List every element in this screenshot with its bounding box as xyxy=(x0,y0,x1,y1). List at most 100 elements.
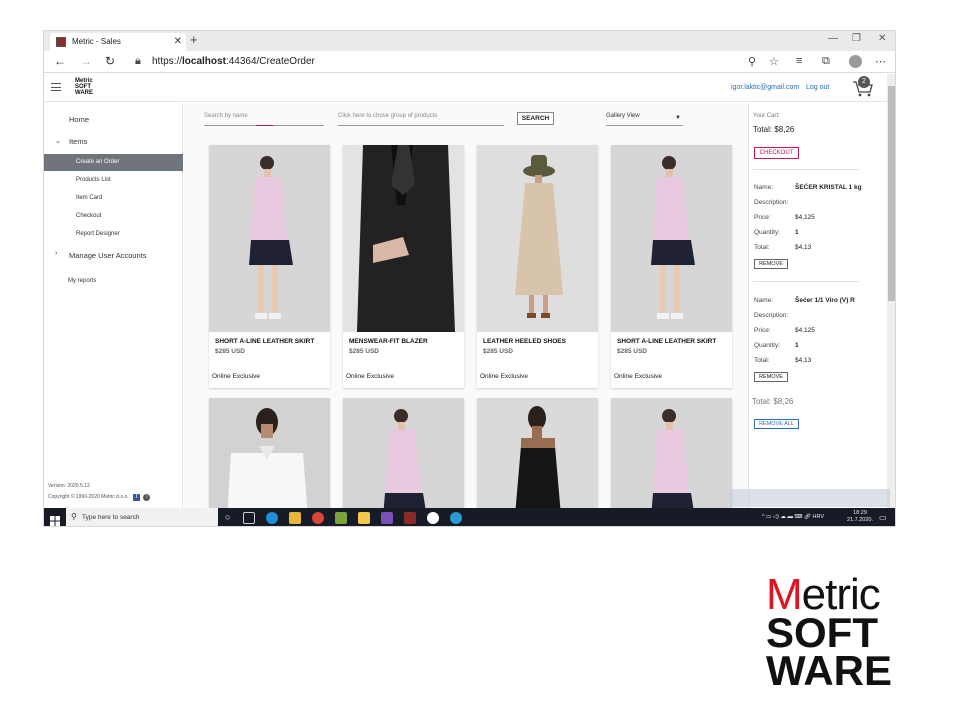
clock-time: 18:29 xyxy=(853,510,867,516)
product-card[interactable]: LEATHER HEELED SHOES $285 USD Online Exc… xyxy=(477,145,598,388)
refresh-icon[interactable]: ↻ xyxy=(105,54,115,68)
cart-description-label: Description: xyxy=(754,199,789,206)
remove-button[interactable]: REMOVE xyxy=(754,259,788,269)
product-card[interactable] xyxy=(343,398,464,508)
product-price: $285 USD xyxy=(483,348,513,355)
cart-total-bottom: Total: $8,26 xyxy=(752,397,794,406)
sidebar-item-report-designer[interactable]: Report Designer xyxy=(44,231,183,237)
taskbar-search-placeholder: Type here to search xyxy=(82,514,140,521)
remove-button[interactable]: REMOVE xyxy=(754,372,788,382)
close-window-icon[interactable]: ✕ xyxy=(878,33,886,44)
product-group-field[interactable]: Click here to chose group of products xyxy=(338,113,504,126)
sidebar-item-items[interactable]: Items xyxy=(44,137,183,149)
sidebar: Home ⌄ Items Create an Order Products Li… xyxy=(44,103,183,508)
sidebar-item-my-reports[interactable]: My reports xyxy=(44,278,183,284)
copyright-text: Copyright © 1990-2020 Metric d.o.o. f i xyxy=(48,492,151,503)
product-tag: Online Exclusive xyxy=(614,373,663,380)
cart-price-label: Price: xyxy=(754,327,771,334)
cart-name-label: Name: xyxy=(754,184,774,191)
taskbar-search[interactable]: ⚲ Type here to search xyxy=(66,508,218,526)
new-tab-icon[interactable]: + xyxy=(190,32,198,47)
view-mode-select[interactable]: Gallery View ▼ xyxy=(606,113,683,126)
cart-panel: Your Cart: Total: $8,26 CHECKOUT Name: Š… xyxy=(748,103,886,508)
sidebar-footer: Version: 2020.5.13 Copyright © 1990-2020… xyxy=(48,481,151,503)
product-card[interactable]: SHORT A-LINE LEATHER SKIRT $285 USD Onli… xyxy=(209,145,330,388)
product-card[interactable]: MENSWEAR-FIT BLAZER $285 USD Online Excl… xyxy=(343,145,464,388)
facebook-icon[interactable]: f xyxy=(133,494,141,501)
favorites-list-icon[interactable]: ≡ xyxy=(796,55,802,67)
lock-icon: 🔒︎ xyxy=(135,55,141,67)
remove-all-button[interactable]: REMOVE ALL xyxy=(754,419,799,429)
logout-link[interactable]: Log out xyxy=(806,84,829,91)
url-field[interactable]: https://localhost:44364/CreateOrder xyxy=(152,56,315,67)
input-language[interactable]: HRV xyxy=(812,514,824,520)
more-menu-icon[interactable]: ⋯ xyxy=(875,55,886,68)
user-email-link[interactable]: igor.laktic@gmail.com xyxy=(731,84,799,91)
cart-price-label: Price: xyxy=(754,214,771,221)
favorite-star-icon[interactable]: ☆ xyxy=(769,55,779,68)
sidebar-item-create-order[interactable]: Create an Order xyxy=(44,154,183,171)
app-header: Metric SOFT WARE igor.laktic@gmail.com L… xyxy=(44,74,887,102)
cart-item-total: $4,13 xyxy=(795,357,812,364)
app-logo[interactable]: Metric SOFT WARE xyxy=(75,78,93,96)
file-explorer-icon[interactable] xyxy=(358,512,370,524)
search-button[interactable]: SEARCH xyxy=(517,112,554,125)
sidebar-item-label: Create an Order xyxy=(76,159,120,165)
metric-app-icon[interactable] xyxy=(404,512,416,524)
product-card[interactable] xyxy=(209,398,330,508)
scrollbar-thumb[interactable] xyxy=(888,86,895,301)
collections-icon[interactable]: ⧉ xyxy=(822,55,830,68)
edge-dev-icon[interactable] xyxy=(450,512,462,524)
cart-name-label: Name: xyxy=(754,297,774,304)
url-prefix: https:// xyxy=(152,56,183,67)
sidebar-item-manage-users[interactable]: Manage User Accounts xyxy=(44,251,183,260)
sidebar-item-home[interactable]: Home xyxy=(44,115,183,127)
minimize-icon[interactable]: — xyxy=(828,33,838,44)
app-icon[interactable] xyxy=(335,512,347,524)
tab-strip: Metric - Sales ✕ + — ❐ ✕ xyxy=(44,31,895,51)
checkout-button[interactable]: CHECKOUT xyxy=(754,147,799,159)
product-card[interactable] xyxy=(611,398,732,508)
visual-studio-icon[interactable] xyxy=(381,512,393,524)
forward-icon[interactable]: → xyxy=(80,54,92,68)
search-by-name-field[interactable]: Search by name xyxy=(204,113,324,126)
product-image xyxy=(209,145,330,332)
product-image xyxy=(611,398,732,508)
browser-tab[interactable]: Metric - Sales ✕ xyxy=(50,33,186,51)
product-image xyxy=(611,145,732,332)
windows-start-icon[interactable] xyxy=(50,513,60,526)
chrome-icon[interactable] xyxy=(312,512,324,524)
product-name: SHORT A-LINE LEATHER SKIRT xyxy=(617,338,717,345)
back-icon[interactable]: ← xyxy=(54,54,66,68)
edge-icon[interactable] xyxy=(266,512,278,524)
sidebar-item-label: My reports xyxy=(68,278,97,284)
store-icon[interactable] xyxy=(289,512,301,524)
system-tray[interactable]: ^ ▭ ◁) ☁ ▬ ⌨ 🔗︎ HRV xyxy=(762,514,824,520)
cart-item-name: Šećer 1/1 Viro (V) R xyxy=(795,297,855,304)
group-placeholder: Click here to chose group of products xyxy=(338,113,438,119)
sidebar-item-label: Report Designer xyxy=(76,231,120,237)
product-card[interactable]: SHORT A-LINE LEATHER SKIRT $285 USD Onli… xyxy=(611,145,732,388)
cortana-icon[interactable]: ○ xyxy=(225,512,230,522)
profile-avatar[interactable] xyxy=(849,55,862,68)
task-view-icon[interactable] xyxy=(243,512,255,524)
metric-software-logo: Metric SOFT WARE xyxy=(766,573,892,692)
restore-icon[interactable]: ❐ xyxy=(852,33,861,44)
hamburger-menu-icon[interactable] xyxy=(51,83,61,91)
product-name: MENSWEAR-FIT BLAZER xyxy=(349,338,428,345)
app-icon[interactable] xyxy=(427,512,439,524)
sidebar-item-checkout[interactable]: Checkout xyxy=(44,213,183,219)
product-image xyxy=(477,145,598,332)
sidebar-item-item-card[interactable]: Item Card xyxy=(44,195,183,201)
info-icon[interactable]: i xyxy=(143,494,151,501)
product-card[interactable] xyxy=(477,398,598,508)
page-scrollbar[interactable] xyxy=(887,74,895,508)
close-tab-icon[interactable]: ✕ xyxy=(174,36,182,47)
product-name: LEATHER HEELED SHOES xyxy=(483,338,566,345)
clock[interactable]: 18:29 21.7.2020. xyxy=(847,510,873,524)
tab-title: Metric - Sales xyxy=(72,37,121,46)
sidebar-item-products-list[interactable]: Products List xyxy=(44,177,183,183)
zoom-icon[interactable]: ⚲ xyxy=(748,55,756,68)
notifications-icon[interactable]: ▭ xyxy=(879,513,887,522)
product-name: SHORT A-LINE LEATHER SKIRT xyxy=(215,338,315,345)
